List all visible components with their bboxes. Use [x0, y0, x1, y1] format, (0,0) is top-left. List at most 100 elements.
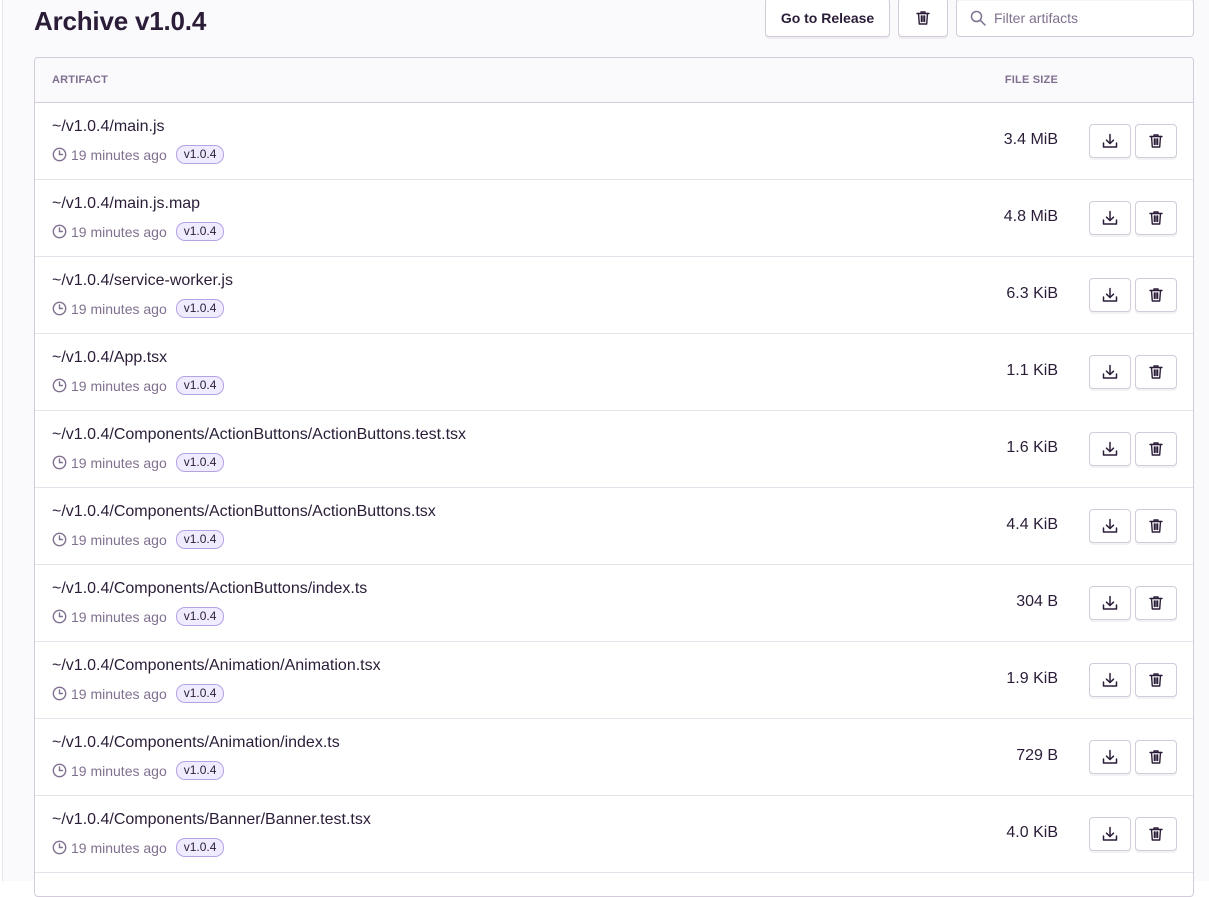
artifact-size: 4.4 KiB: [1006, 516, 1058, 533]
delete-artifact-button[interactable]: [1135, 355, 1177, 389]
version-badge[interactable]: v1.0.4: [175, 145, 225, 164]
version-badge[interactable]: v1.0.4: [175, 838, 225, 857]
version-badge[interactable]: v1.0.4: [175, 299, 225, 318]
trash-icon: [1148, 364, 1164, 380]
download-button[interactable]: [1089, 278, 1131, 312]
table-row: ~/v1.0.4/service-worker.js 19 minutes ag…: [35, 257, 1193, 334]
download-button[interactable]: [1089, 355, 1131, 389]
search-input[interactable]: [994, 9, 1174, 26]
download-button[interactable]: [1089, 817, 1131, 851]
artifact-name: ~/v1.0.4/Components/Animation/index.ts: [52, 734, 340, 751]
artifact-time: 19 minutes ago: [71, 685, 167, 702]
download-icon: [1102, 133, 1118, 149]
version-badge[interactable]: v1.0.4: [175, 222, 225, 241]
trash-icon: [1148, 826, 1164, 842]
version-badge[interactable]: v1.0.4: [175, 607, 225, 626]
table-row: ~/v1.0.4/main.js 19 minutes ago v1.0.4 3…: [35, 103, 1193, 180]
trash-icon: [1148, 133, 1164, 149]
artifact-meta: 19 minutes ago v1.0.4: [52, 761, 225, 780]
trash-icon: [1148, 518, 1164, 534]
trash-icon: [915, 10, 931, 26]
clock-icon: [52, 763, 67, 778]
clock-icon: [52, 840, 67, 855]
download-icon: [1102, 364, 1118, 380]
clock-icon: [52, 147, 67, 162]
clock-icon: [52, 301, 67, 316]
delete-artifact-button[interactable]: [1135, 817, 1177, 851]
version-badge[interactable]: v1.0.4: [175, 530, 225, 549]
delete-artifact-button[interactable]: [1135, 278, 1177, 312]
delete-artifact-button[interactable]: [1135, 201, 1177, 235]
table-row: ~/v1.0.4/Components/Animation/index.ts 1…: [35, 719, 1193, 796]
delete-artifact-button[interactable]: [1135, 509, 1177, 543]
download-button[interactable]: [1089, 663, 1131, 697]
download-icon: [1102, 518, 1118, 534]
artifact-time: 19 minutes ago: [71, 223, 167, 240]
artifact-time: 19 minutes ago: [71, 146, 167, 163]
artifact-name: ~/v1.0.4/Components/Animation/Animation.…: [52, 657, 381, 674]
artifact-name: ~/v1.0.4/service-worker.js: [52, 272, 233, 289]
version-badge[interactable]: v1.0.4: [175, 376, 225, 395]
table-row: ~/v1.0.4/Components/Banner/Banner.test.t…: [35, 796, 1193, 873]
download-button[interactable]: [1089, 201, 1131, 235]
artifact-size: 1.9 KiB: [1006, 670, 1058, 687]
table-header: ARTIFACT FILE SIZE: [35, 58, 1193, 103]
artifact-time: 19 minutes ago: [71, 300, 167, 317]
artifact-size: 1.6 KiB: [1006, 439, 1058, 456]
download-icon: [1102, 672, 1118, 688]
delete-artifact-button[interactable]: [1135, 432, 1177, 466]
artifact-time: 19 minutes ago: [71, 454, 167, 471]
artifact-name: ~/v1.0.4/Components/ActionButtons/Action…: [52, 426, 467, 443]
delete-artifact-button[interactable]: [1135, 663, 1177, 697]
artifact-meta: 19 minutes ago v1.0.4: [52, 838, 225, 857]
delete-artifact-button[interactable]: [1135, 740, 1177, 774]
download-button[interactable]: [1089, 509, 1131, 543]
artifacts-table: ARTIFACT FILE SIZE ~/v1.0.4/main.js 19 m…: [34, 57, 1194, 897]
artifact-size: 1.1 KiB: [1006, 362, 1058, 379]
page-title: Archive v1.0.4: [34, 6, 207, 36]
download-button[interactable]: [1089, 740, 1131, 774]
version-badge[interactable]: v1.0.4: [175, 684, 225, 703]
delete-artifact-button[interactable]: [1135, 586, 1177, 620]
table-row: ~/v1.0.4/App.tsx 19 minutes ago v1.0.4 1…: [35, 334, 1193, 411]
clock-icon: [52, 532, 67, 547]
artifact-size: 3.4 MiB: [1003, 131, 1058, 148]
artifact-meta: 19 minutes ago v1.0.4: [52, 607, 225, 626]
clock-icon: [52, 609, 67, 624]
clock-icon: [52, 224, 67, 239]
download-icon: [1102, 210, 1118, 226]
artifact-time: 19 minutes ago: [71, 839, 167, 856]
search-icon: [970, 10, 986, 26]
artifact-time: 19 minutes ago: [71, 377, 167, 394]
trash-icon: [1148, 287, 1164, 303]
artifact-name: ~/v1.0.4/Components/ActionButtons/index.…: [52, 580, 368, 597]
delete-artifact-button[interactable]: [1135, 124, 1177, 158]
download-icon: [1102, 441, 1118, 457]
clock-icon: [52, 455, 67, 470]
table-row: ~/v1.0.4/Components/ActionButtons/Action…: [35, 411, 1193, 488]
download-button[interactable]: [1089, 586, 1131, 620]
column-header-file-size: FILE SIZE: [1004, 74, 1058, 86]
download-button[interactable]: [1089, 124, 1131, 158]
artifact-name: ~/v1.0.4/Components/Banner/Banner.test.t…: [52, 811, 371, 828]
download-icon: [1102, 287, 1118, 303]
artifact-name: ~/v1.0.4/Components/ActionButtons/Action…: [52, 503, 436, 520]
version-badge[interactable]: v1.0.4: [175, 453, 225, 472]
table-row: ~/v1.0.4/main.js.map 19 minutes ago v1.0…: [35, 180, 1193, 257]
clock-icon: [52, 686, 67, 701]
go-to-release-button[interactable]: Go to Release: [765, 0, 890, 37]
table-row: ~/v1.0.4/Components/Animation/Animation.…: [35, 642, 1193, 719]
artifact-time: 19 minutes ago: [71, 608, 167, 625]
artifact-meta: 19 minutes ago v1.0.4: [52, 222, 225, 241]
trash-icon: [1148, 210, 1164, 226]
artifact-size: 4.8 MiB: [1003, 208, 1058, 225]
artifact-name: ~/v1.0.4/main.js.map: [52, 195, 201, 212]
artifact-filter[interactable]: [956, 0, 1194, 37]
artifact-meta: 19 minutes ago v1.0.4: [52, 299, 225, 318]
delete-archive-button[interactable]: [898, 0, 948, 37]
download-button[interactable]: [1089, 432, 1131, 466]
trash-icon: [1148, 749, 1164, 765]
version-badge[interactable]: v1.0.4: [175, 761, 225, 780]
artifact-meta: 19 minutes ago v1.0.4: [52, 376, 225, 395]
table-row: ~/v1.0.4/Components/ActionButtons/Action…: [35, 488, 1193, 565]
